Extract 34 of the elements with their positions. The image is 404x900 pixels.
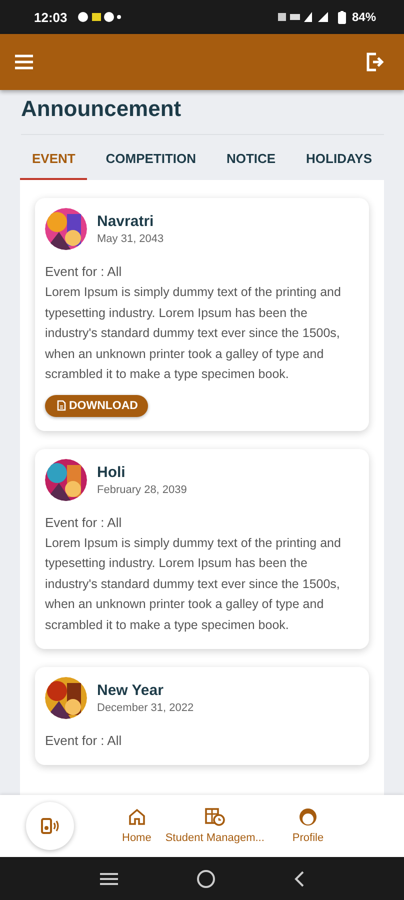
speaker-icon (41, 818, 59, 834)
download-button[interactable]: DOWNLOAD (45, 394, 148, 416)
audience-text: Event for : All (45, 732, 123, 750)
page-title: Announcement (21, 96, 384, 135)
recents-icon[interactable] (98, 872, 119, 886)
speaker-button[interactable] (26, 802, 74, 850)
announcement-title: Navratri (97, 213, 155, 230)
logout-icon[interactable] (364, 51, 386, 73)
document-icon (57, 400, 66, 411)
nav-item[interactable]: Profile (288, 808, 328, 844)
announcement-date: February 28, 2039 (97, 484, 187, 496)
status-time: 12:03 (34, 10, 68, 24)
home-circle-icon[interactable] (196, 868, 216, 888)
tab[interactable]: HOLIDAYS (294, 141, 384, 180)
announcement-date: December 31, 2022 (97, 702, 194, 714)
announcement-title: New Year (97, 682, 164, 699)
calendar-clock-icon (204, 808, 225, 826)
announcement-title: Holi (97, 464, 126, 480)
audience-text: Event for : All (45, 514, 123, 532)
nav-item[interactable]: Student Managem... (161, 808, 268, 844)
battery-icon (338, 10, 346, 24)
back-icon[interactable] (293, 870, 306, 888)
announcement-text: Lorem Ipsum is simply dummy text of the printing and typesetting industry. Lorem Ipsum has been the industry's standard dummy text ever since the 1500s, when an unknown printer took a galley of type and scrambled it to make a type specimen book. (45, 284, 342, 383)
home-icon (128, 808, 146, 826)
menu-icon[interactable] (14, 54, 34, 70)
face-icon (299, 808, 317, 826)
announcement-text: Lorem Ipsum is simply dummy text of the printing and typesetting industry. Lorem Ipsum has been the industry's standard dummy text ever since the 1500s, when an unknown printer took a galley of type and scrambled it to make a type specimen book. (45, 534, 342, 634)
audience-text: Event for : All (45, 263, 123, 281)
tab[interactable]: COMPETITION (94, 141, 208, 180)
battery-level: 84% (352, 10, 376, 24)
nav-item[interactable]: Home (118, 808, 156, 844)
notification-icons (77, 11, 124, 23)
tab[interactable]: NOTICE (214, 141, 288, 180)
announcement-date: May 31, 2043 (97, 233, 164, 245)
